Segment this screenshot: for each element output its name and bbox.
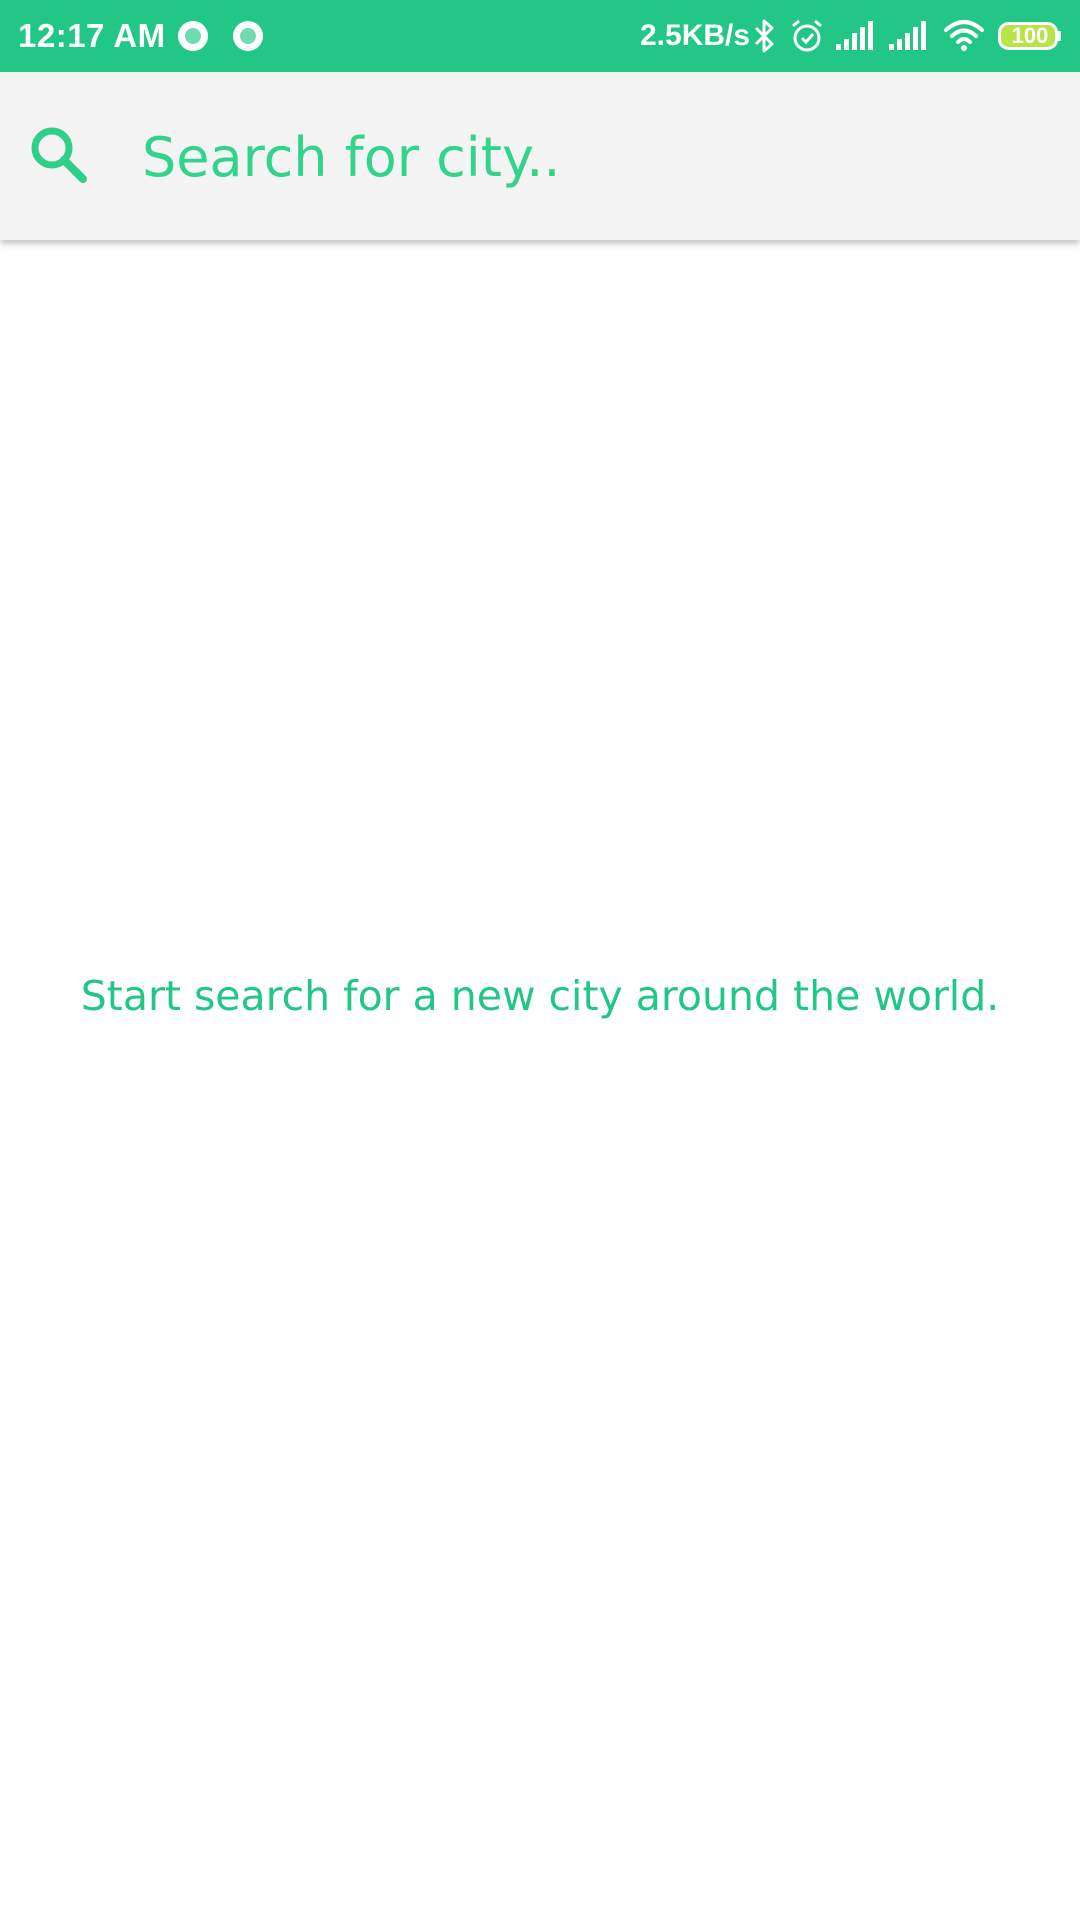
signal-icon [836, 21, 873, 50]
search-bar [0, 72, 1080, 240]
notification-dot-icon [178, 21, 208, 51]
search-icon[interactable] [28, 124, 92, 188]
status-bar: 12:17 AM 2.5KB/s 100 [0, 0, 1080, 72]
network-speed: 2.5KB/s [640, 19, 751, 52]
search-input[interactable] [142, 112, 1042, 202]
signal-icon [889, 21, 926, 50]
bluetooth-icon [754, 19, 774, 53]
battery-indicator: 100 [998, 22, 1062, 50]
empty-state-message: Start search for a new city around the w… [80, 972, 1000, 1020]
notification-dot-icon [233, 21, 263, 51]
status-time: 12:17 AM [18, 17, 166, 54]
battery-level: 100 [1011, 23, 1049, 48]
alarm-icon [792, 19, 822, 52]
wifi-icon [944, 20, 984, 51]
